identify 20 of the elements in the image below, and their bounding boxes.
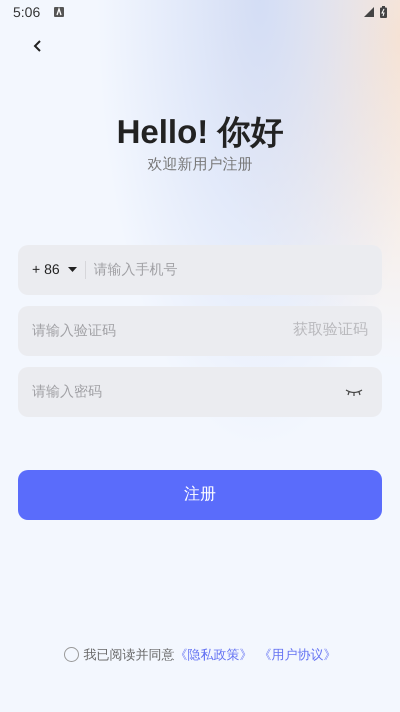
country-code-dropdown[interactable]: + 86 bbox=[32, 259, 77, 280]
agree-checkbox[interactable] bbox=[64, 646, 78, 662]
back-icon bbox=[33, 40, 43, 52]
password-field[interactable]: 请输入密码 bbox=[18, 366, 382, 416]
register-button[interactable]: 注册 bbox=[18, 470, 382, 520]
agreement-text: 我已阅读并同意 bbox=[84, 646, 174, 664]
battery-icon bbox=[380, 6, 387, 18]
password-input[interactable]: 请输入密码 bbox=[32, 381, 345, 402]
agreement-link[interactable]: 《隐私政策》 bbox=[174, 644, 252, 664]
signal-icon bbox=[364, 7, 374, 17]
notification-icon bbox=[54, 7, 64, 17]
closed-eye-icon[interactable] bbox=[345, 388, 363, 396]
caret-icon bbox=[68, 267, 77, 272]
phone-field[interactable]: + 86 请输入手机号 bbox=[18, 244, 382, 294]
status-time: 5:06 bbox=[13, 2, 40, 22]
page-title: Hello! 你好 bbox=[116, 112, 284, 152]
page-subtitle: 欢迎新用户注册 bbox=[148, 155, 252, 175]
agreement-link[interactable]: 《用户协议》 bbox=[258, 644, 336, 664]
phone-input[interactable]: 请输入手机号 bbox=[94, 259, 368, 280]
code-input[interactable]: 请输入验证码 bbox=[32, 320, 293, 341]
